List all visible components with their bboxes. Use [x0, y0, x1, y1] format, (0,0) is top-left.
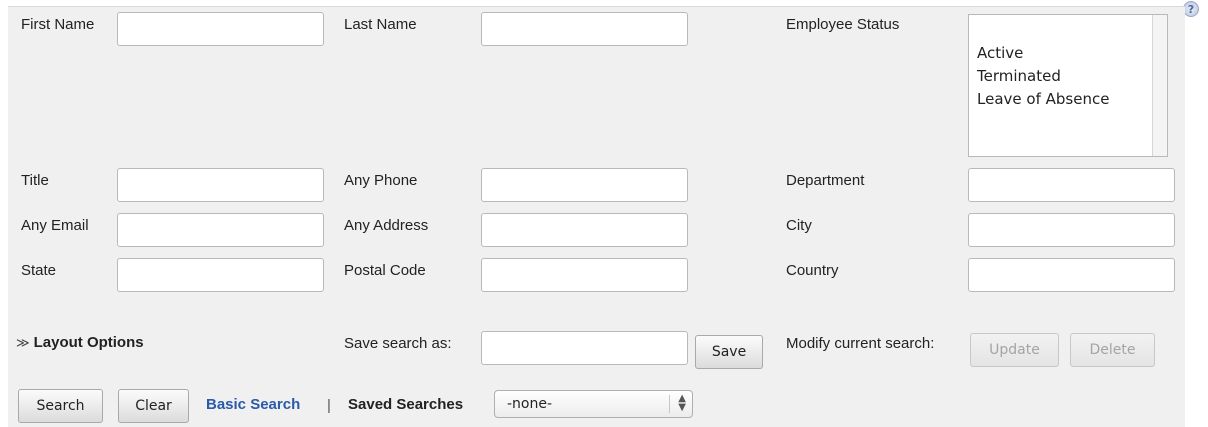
- layout-options-toggle[interactable]: ≫ Layout Options: [16, 334, 144, 351]
- last-name-input[interactable]: [481, 12, 688, 46]
- status-option-leave-of-absence[interactable]: Leave of Absence: [977, 90, 1109, 108]
- footer-separator: |: [327, 397, 331, 414]
- employee-status-listbox[interactable]: Active Terminated Leave of Absence: [968, 14, 1168, 157]
- title-label: Title: [21, 172, 49, 189]
- select-updown-icon: ▲ ▼: [678, 393, 686, 413]
- country-input[interactable]: [968, 258, 1175, 292]
- clear-button[interactable]: Clear: [118, 389, 189, 423]
- any-email-input[interactable]: [117, 213, 324, 247]
- save-search-input[interactable]: [481, 331, 688, 365]
- state-input[interactable]: [117, 258, 324, 292]
- save-button[interactable]: Save: [695, 335, 763, 369]
- saved-searches-label: Saved Searches: [348, 396, 464, 413]
- layout-options-label: Layout Options: [33, 334, 144, 351]
- save-search-label: Save search as:: [344, 335, 452, 352]
- state-label: State: [21, 262, 57, 279]
- city-label: City: [786, 217, 812, 234]
- basic-search-link[interactable]: Basic Search: [206, 396, 300, 413]
- search-button[interactable]: Search: [18, 389, 103, 423]
- postal-code-input[interactable]: [481, 258, 688, 292]
- any-phone-label: Any Phone: [344, 172, 418, 189]
- saved-searches-select[interactable]: -none- ▲ ▼: [494, 390, 693, 418]
- first-name-label: First Name: [21, 16, 95, 33]
- status-option-active[interactable]: Active: [977, 44, 1023, 62]
- any-phone-input[interactable]: [481, 168, 688, 202]
- listbox-scrollbar[interactable]: [1152, 15, 1167, 156]
- employee-status-label: Employee Status: [786, 16, 900, 33]
- any-address-label: Any Address: [344, 217, 429, 234]
- postal-code-label: Postal Code: [344, 262, 426, 279]
- city-input[interactable]: [968, 213, 1175, 247]
- chevron-double-down-icon: ≫: [16, 334, 30, 350]
- title-input[interactable]: [117, 168, 324, 202]
- delete-button[interactable]: Delete: [1070, 333, 1155, 367]
- saved-searches-value: -none-: [507, 396, 553, 412]
- any-email-label: Any Email: [21, 217, 89, 234]
- country-label: Country: [786, 262, 839, 279]
- any-address-input[interactable]: [481, 213, 688, 247]
- department-label: Department: [786, 172, 865, 189]
- update-button[interactable]: Update: [970, 333, 1059, 367]
- select-divider: [669, 395, 670, 413]
- first-name-input[interactable]: [117, 12, 324, 46]
- modify-search-label: Modify current search:: [786, 335, 935, 352]
- status-option-terminated[interactable]: Terminated: [977, 67, 1061, 85]
- last-name-label: Last Name: [344, 16, 417, 33]
- help-icon[interactable]: ?: [1183, 1, 1199, 17]
- department-input[interactable]: [968, 168, 1175, 202]
